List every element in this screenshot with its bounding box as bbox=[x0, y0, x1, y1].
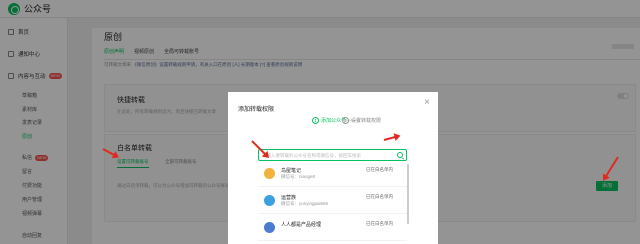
search-icon[interactable] bbox=[397, 152, 403, 158]
account-id: 微信号：yunyingpai666 bbox=[281, 201, 329, 206]
search-results-list: 鸟屋笔记 微信号：niaoge8 已在白名单内 运营族 微信号：yunyingp… bbox=[258, 163, 407, 244]
list-item[interactable]: 运营族 微信号：yunyingpai666 已在白名单内 bbox=[258, 190, 407, 214]
step-number: 2 bbox=[342, 117, 349, 124]
list-item[interactable]: 鸟屋笔记 微信号：niaoge8 已在白名单内 bbox=[258, 163, 407, 187]
whitelist-status: 已在白名单内 bbox=[366, 194, 393, 199]
account-id: 微信号：niaoge8 bbox=[281, 174, 316, 179]
list-item[interactable]: 人人都是产品经理 已在白名单内 bbox=[258, 217, 407, 241]
account-search-box bbox=[258, 149, 407, 161]
step-set-permission: 2 设置转载权限 bbox=[342, 117, 381, 124]
whitelist-status: 已在白名单内 bbox=[366, 221, 393, 226]
close-icon[interactable]: × bbox=[424, 98, 430, 108]
whitelist-status: 已在白名单内 bbox=[366, 167, 393, 172]
avatar bbox=[264, 222, 275, 233]
account-name: 运营族 bbox=[281, 195, 297, 201]
account-name: 人人都是产品经理 bbox=[281, 222, 322, 228]
search-input[interactable] bbox=[262, 150, 398, 160]
account-name: 鸟屋笔记 bbox=[281, 168, 302, 174]
results-scrollbar[interactable] bbox=[407, 164, 409, 224]
modal-title: 添加转载权限 bbox=[238, 107, 275, 113]
avatar bbox=[264, 168, 275, 179]
step-number: 1 bbox=[312, 117, 319, 124]
avatar bbox=[264, 195, 275, 206]
step-label: 设置转载权限 bbox=[351, 118, 382, 124]
step-add-account: 1 添加公众号 bbox=[312, 117, 346, 124]
add-reprint-modal: 添加转载权限 × 1 添加公众号 2 设置转载权限 鸟屋笔记 微信号：niaog… bbox=[228, 92, 438, 244]
